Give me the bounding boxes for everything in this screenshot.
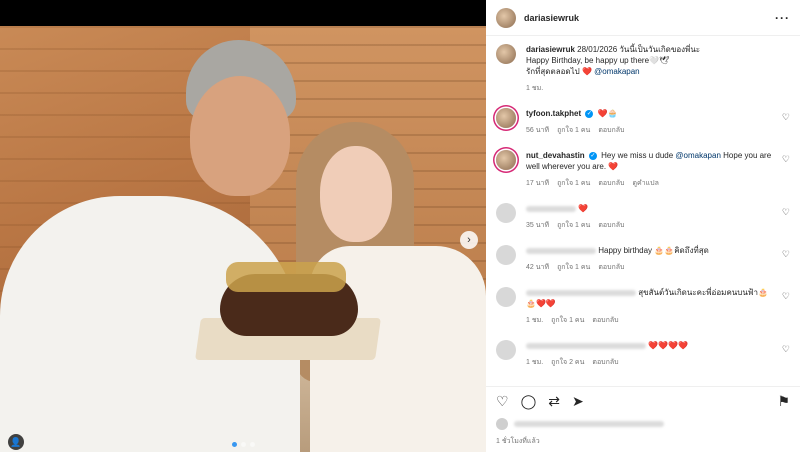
- heart-icon[interactable]: ♡: [782, 207, 790, 218]
- blurred-username: [526, 289, 636, 296]
- carousel-dot: [250, 442, 255, 447]
- comment-text: ❤️🧁: [597, 109, 618, 118]
- verified-icon: ✓: [585, 109, 594, 118]
- comment-likes[interactable]: ถูกใจ 1 คน: [557, 178, 590, 189]
- carousel-dots: [232, 442, 255, 447]
- post-username[interactable]: dariasiewruk: [524, 13, 579, 23]
- reply-button[interactable]: ตอบกลับ: [592, 315, 618, 326]
- comment-username[interactable]: tyfoon.takphet: [526, 109, 581, 118]
- caption-mention[interactable]: @omakapan: [594, 67, 639, 76]
- avatar[interactable]: [496, 150, 516, 170]
- comment-time: 17 นาที: [526, 180, 550, 187]
- cake-topper: [226, 262, 346, 292]
- comment-likes[interactable]: ถูกใจ 1 คน: [557, 220, 590, 231]
- avatar[interactable]: [496, 7, 516, 28]
- comment-time: 35 นาที: [526, 222, 550, 229]
- see-translation-button[interactable]: ดูคำแปล: [632, 178, 658, 189]
- likes-summary[interactable]: [496, 418, 664, 430]
- heart-icon[interactable]: ♡: [782, 112, 790, 123]
- post-timestamp: 1 ชั่วโมงที่แล้ว: [496, 438, 540, 445]
- comment-row: nut_devahastin ✓ Hey we miss u dude @oma…: [496, 150, 790, 189]
- send-icon[interactable]: ➤: [572, 393, 584, 410]
- comment-time: 1 ชม.: [526, 317, 544, 324]
- liker-avatar: [496, 418, 508, 430]
- action-bar: ♡ ◯ ⇄ ➤ ⚑: [486, 386, 800, 416]
- carousel-dot: [232, 442, 237, 447]
- verified-icon: ✓: [588, 151, 597, 160]
- comment-mention[interactable]: @omakapan: [675, 151, 720, 160]
- comment-row: ❤️❤️❤️❤️ 1 ชม. ถูกใจ 2 คน ตอบกลับ ♡: [496, 340, 790, 368]
- comment-text: Happy birthday 🎂🎂คิดถึงที่สุด: [598, 246, 709, 255]
- avatar[interactable]: [496, 245, 516, 265]
- user-tag-button[interactable]: 👤: [8, 434, 24, 450]
- caption-time: 1 ชม.: [526, 85, 544, 92]
- more-icon[interactable]: ···: [775, 11, 790, 25]
- carousel-dot: [241, 442, 246, 447]
- caption-line3: รักที่สุดตลอดไป: [526, 67, 580, 76]
- comment-row: Happy birthday 🎂🎂คิดถึงที่สุด 42 นาที ถู…: [496, 245, 790, 273]
- caption-line2: Happy Birthday, be happy up there🤍🕊: [526, 56, 670, 65]
- reply-button[interactable]: ตอบกลับ: [592, 357, 618, 368]
- heart-emoji: ❤️: [581, 67, 592, 76]
- comment-icon[interactable]: ◯: [521, 393, 537, 410]
- comment-likes[interactable]: ถูกใจ 1 คน: [557, 125, 590, 136]
- heart-icon[interactable]: ♡: [782, 154, 790, 165]
- comment-likes[interactable]: ถูกใจ 1 คน: [551, 315, 584, 326]
- heart-icon[interactable]: ♡: [496, 393, 509, 410]
- man-head: [190, 76, 290, 196]
- post-media[interactable]: › 👤: [0, 26, 486, 452]
- next-media-button[interactable]: ›: [460, 231, 478, 249]
- heart-icon[interactable]: ♡: [782, 249, 790, 260]
- blurred-likes-text: [514, 421, 664, 427]
- reply-button[interactable]: ตอบกลับ: [598, 178, 624, 189]
- comment-time: 1 ชม.: [526, 359, 544, 366]
- comment-text: Hey we miss u dude: [601, 151, 674, 160]
- avatar[interactable]: [496, 340, 516, 360]
- post-header: dariasiewruk ···: [486, 0, 800, 36]
- post-details-panel: dariasiewruk ··· dariasiewruk 28/01/2026…: [486, 0, 800, 452]
- comment-row: สุขสันต์วันเกิดนะคะพี่อ่อมคนบนฟ้า🎂🎂❤️❤️ …: [496, 287, 790, 326]
- avatar[interactable]: [496, 44, 516, 64]
- heart-icon[interactable]: ♡: [782, 344, 790, 355]
- caption-line1: 28/01/2026 วันนี้เป็นวันเกิดของพี่นะ: [577, 45, 701, 54]
- comment-row: ❤️ 35 นาที ถูกใจ 1 คน ตอบกลับ ♡: [496, 203, 790, 231]
- bookmark-icon[interactable]: ⚑: [777, 393, 790, 410]
- avatar[interactable]: [496, 287, 516, 307]
- comments-list: dariasiewruk 28/01/2026 วันนี้เป็นวันเกิ…: [486, 36, 800, 388]
- blurred-username: [526, 205, 576, 212]
- reply-button[interactable]: ตอบกลับ: [598, 262, 624, 273]
- caption: dariasiewruk 28/01/2026 วันนี้เป็นวันเกิ…: [496, 44, 790, 94]
- avatar[interactable]: [496, 203, 516, 223]
- comment-username[interactable]: nut_devahastin: [526, 151, 585, 160]
- blurred-username: [526, 342, 646, 349]
- comment-text: ❤️❤️❤️❤️: [648, 341, 689, 350]
- caption-username[interactable]: dariasiewruk: [526, 45, 575, 54]
- comment-likes[interactable]: ถูกใจ 2 คน: [551, 357, 584, 368]
- comment-time: 56 นาที: [526, 127, 550, 134]
- blurred-username: [526, 247, 596, 254]
- woman-face: [320, 146, 392, 242]
- comment-text: ❤️: [578, 204, 589, 213]
- heart-icon[interactable]: ♡: [782, 291, 790, 302]
- comment-likes[interactable]: ถูกใจ 1 คน: [557, 262, 590, 273]
- avatar[interactable]: [496, 108, 516, 128]
- share-icon[interactable]: ⇄: [548, 393, 560, 410]
- reply-button[interactable]: ตอบกลับ: [598, 220, 624, 231]
- comment-time: 42 นาที: [526, 264, 550, 271]
- comment-row: tyfoon.takphet ✓ ❤️🧁 56 นาที ถูกใจ 1 คน …: [496, 108, 790, 136]
- reply-button[interactable]: ตอบกลับ: [598, 125, 624, 136]
